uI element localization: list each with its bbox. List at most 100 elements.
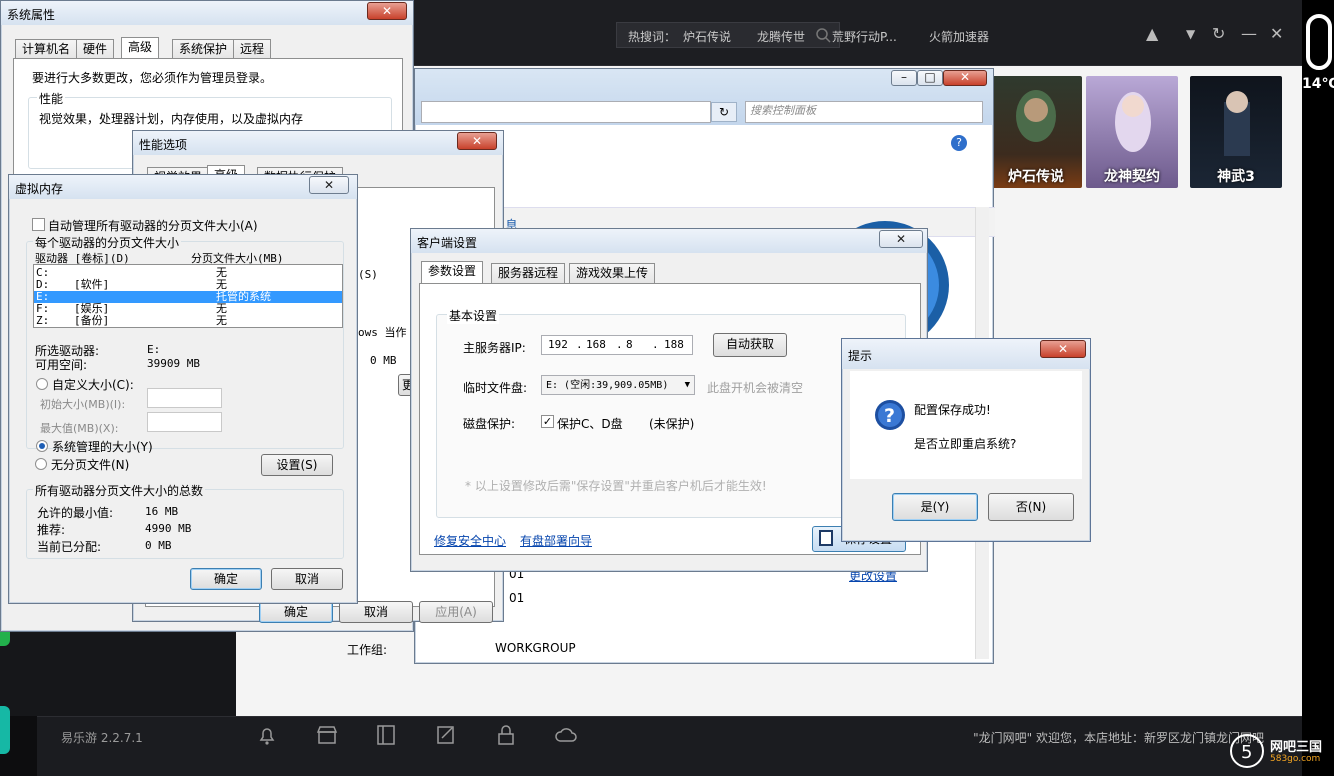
protect-cd-checkbox[interactable]: ✓ bbox=[541, 415, 554, 428]
drive-list[interactable]: C: 无 D: [软件] 无 E: 托管的系统 F: [娱乐] 无 Z: [备份] 无 bbox=[33, 264, 343, 328]
chevron-down-icon: ▼ bbox=[684, 380, 690, 390]
watermark-title: 网吧三国 bbox=[1270, 740, 1323, 755]
maximize-button[interactable]: □ bbox=[917, 70, 943, 86]
ok-button[interactable]: 确定 bbox=[259, 601, 333, 623]
protect-status: (未保护) bbox=[649, 417, 695, 431]
drive-row[interactable]: D: [软件] 无 bbox=[34, 279, 342, 291]
repair-security-link[interactable]: 修复安全中心 bbox=[434, 532, 506, 549]
window-title: 系统属性 bbox=[7, 8, 56, 22]
per-drive-title: 每个驱动器的分页文件大小 bbox=[33, 234, 182, 251]
address-bar[interactable] bbox=[421, 101, 711, 123]
game-tile[interactable]: 龙神契约 bbox=[1086, 76, 1178, 188]
recommended-label: 推荐: bbox=[37, 523, 66, 537]
search-icon[interactable] bbox=[815, 27, 831, 43]
tab-server-remote[interactable]: 服务器远程 bbox=[491, 263, 566, 283]
admin-note: 要进行大多数更改，您必须作为管理员登录。 bbox=[32, 71, 273, 85]
watermark-logo-icon: 5 bbox=[1230, 734, 1264, 768]
edit-icon[interactable] bbox=[434, 723, 458, 747]
current-value: 0 MB bbox=[145, 539, 172, 552]
close-button[interactable]: ✕ bbox=[879, 230, 923, 248]
temp-disk-label: 临时文件盘: bbox=[463, 381, 528, 395]
auto-manage-checkbox[interactable] bbox=[32, 218, 45, 231]
custom-size-radio[interactable] bbox=[36, 378, 48, 390]
lock-icon[interactable] bbox=[494, 723, 518, 747]
ok-button[interactable]: 确定 bbox=[190, 568, 262, 590]
game-art-icon bbox=[1224, 91, 1250, 156]
free-space-value: 39909 MB bbox=[147, 357, 200, 370]
hot-word[interactable]: 炉石传说 bbox=[683, 28, 731, 45]
store-icon[interactable] bbox=[315, 723, 339, 747]
initial-size-input[interactable] bbox=[147, 388, 222, 408]
system-managed-radio[interactable] bbox=[36, 440, 48, 452]
window-title: 客户端设置 bbox=[417, 236, 478, 250]
no-paging-radio[interactable] bbox=[35, 458, 47, 470]
cancel-button[interactable]: 取消 bbox=[271, 568, 343, 590]
game-tile[interactable]: 炉石传说 bbox=[990, 76, 1082, 188]
temp-disk-select[interactable]: E: (空闲:39,909.05MB) ▼ bbox=[541, 375, 695, 395]
initial-size-label: 初始大小(MB)(I): bbox=[40, 398, 126, 411]
per-drive-group: 每个驱动器的分页文件大小 驱动器 [卷标](D) 分页文件大小(MB) C: 无 … bbox=[26, 234, 344, 454]
svg-text:5: 5 bbox=[1241, 742, 1252, 763]
auto-manage-label: 自动管理所有驱动器的分页文件大小(A) bbox=[48, 219, 258, 233]
workgroup-value: WORKGROUP bbox=[495, 641, 576, 655]
virtual-memory-window: 虚拟内存 ✕ 自动管理所有驱动器的分页文件大小(A) 每个驱动器的分页文件大小 … bbox=[8, 174, 358, 604]
close-button[interactable]: ✕ bbox=[309, 176, 349, 194]
cancel-button[interactable]: 取消 bbox=[339, 601, 413, 623]
tab-remote[interactable]: 远程 bbox=[233, 39, 272, 59]
drive-row[interactable]: Z: [备份] 无 bbox=[34, 315, 342, 327]
set-button[interactable]: 设置(S) bbox=[261, 454, 333, 476]
refresh-icon[interactable]: ↻ bbox=[1212, 24, 1225, 43]
game-tile[interactable]: 神武3 bbox=[1190, 76, 1282, 188]
control-panel-search[interactable]: 搜索控制面板 bbox=[745, 101, 983, 123]
basic-group: 基本设置 主服务器IP: 192. 168. 8. 188 自动获取 临时文件盘… bbox=[436, 307, 906, 518]
game-strip: 炉石传说 龙神契约 神武3 bbox=[990, 76, 1290, 188]
tab-system-protection[interactable]: 系统保护 bbox=[172, 39, 235, 59]
close-button[interactable]: ✕ bbox=[367, 2, 407, 20]
temp-disk-note: 此盘开机会被清空 bbox=[707, 381, 804, 395]
disk-deploy-guide-link[interactable]: 有盘部署向导 bbox=[520, 532, 592, 549]
close-button[interactable]: ✕ bbox=[457, 132, 497, 150]
max-size-input[interactable] bbox=[147, 412, 222, 432]
prompt-dialog: 提示 ✕ ? 配置保存成功! 是否立即重启系统? 是(Y) 否(N) bbox=[841, 338, 1091, 542]
cloud-icon[interactable] bbox=[554, 723, 578, 747]
book-icon[interactable] bbox=[374, 723, 398, 747]
yes-button[interactable]: 是(Y) bbox=[892, 493, 978, 521]
disk-protect-label: 磁盘保护: bbox=[463, 417, 516, 431]
apply-button[interactable]: 应用(A) bbox=[419, 601, 493, 623]
auto-get-button[interactable]: 自动获取 bbox=[713, 333, 787, 357]
close-button[interactable]: ✕ bbox=[1040, 340, 1086, 358]
close-button[interactable]: ✕ bbox=[943, 70, 987, 86]
basic-title: 基本设置 bbox=[447, 307, 500, 324]
tab-game-upload[interactable]: 游戏效果上传 bbox=[569, 263, 656, 283]
minimize-icon[interactable]: — bbox=[1241, 24, 1257, 43]
tab-params[interactable]: 参数设置 bbox=[421, 261, 484, 283]
svg-text:?: ? bbox=[884, 405, 895, 427]
server-ip-input[interactable]: 192. 168. 8. 188 bbox=[541, 335, 693, 355]
game-name: 炉石传说 bbox=[1008, 169, 1064, 185]
server-ip-label: 主服务器IP: bbox=[463, 341, 526, 355]
hot-word[interactable]: 龙腾传世 bbox=[757, 28, 805, 45]
max-size-label: 最大值(MB)(X): bbox=[40, 422, 119, 435]
selected-drive-value: E: bbox=[147, 343, 161, 356]
tab-advanced[interactable]: 高级 bbox=[121, 37, 160, 59]
hot-word[interactable]: 荒野行动P... bbox=[832, 28, 897, 45]
close-icon[interactable]: ✕ bbox=[1270, 24, 1283, 43]
minimize-button[interactable]: – bbox=[891, 70, 917, 86]
shirt-icon[interactable]: ▲ bbox=[1146, 24, 1158, 43]
hot-label: 热搜词： bbox=[628, 30, 677, 44]
help-icon[interactable]: ? bbox=[951, 135, 967, 151]
tab-computer-name[interactable]: 计算机名 bbox=[15, 39, 78, 59]
dropdown-icon[interactable]: ▼ bbox=[1186, 27, 1195, 41]
window-title: 提示 bbox=[848, 349, 873, 363]
no-button[interactable]: 否(N) bbox=[988, 493, 1074, 521]
bell-icon[interactable] bbox=[255, 723, 279, 747]
version-label: 易乐游 2.2.7.1 bbox=[61, 731, 143, 745]
tab-hardware[interactable]: 硬件 bbox=[76, 39, 115, 59]
refresh-icon[interactable]: ↻ bbox=[711, 102, 737, 122]
workgroup-label: 工作组: bbox=[347, 643, 388, 657]
total-group: 所有驱动器分页文件大小的总数 允许的最小值: 16 MB 推荐: 4990 MB… bbox=[26, 482, 344, 559]
no-paging-label: 无分页文件(N) bbox=[51, 458, 130, 472]
window-title: 虚拟内存 bbox=[15, 182, 64, 196]
window-title: 性能选项 bbox=[139, 138, 188, 152]
hot-word[interactable]: 火箭加速器 bbox=[929, 28, 989, 45]
